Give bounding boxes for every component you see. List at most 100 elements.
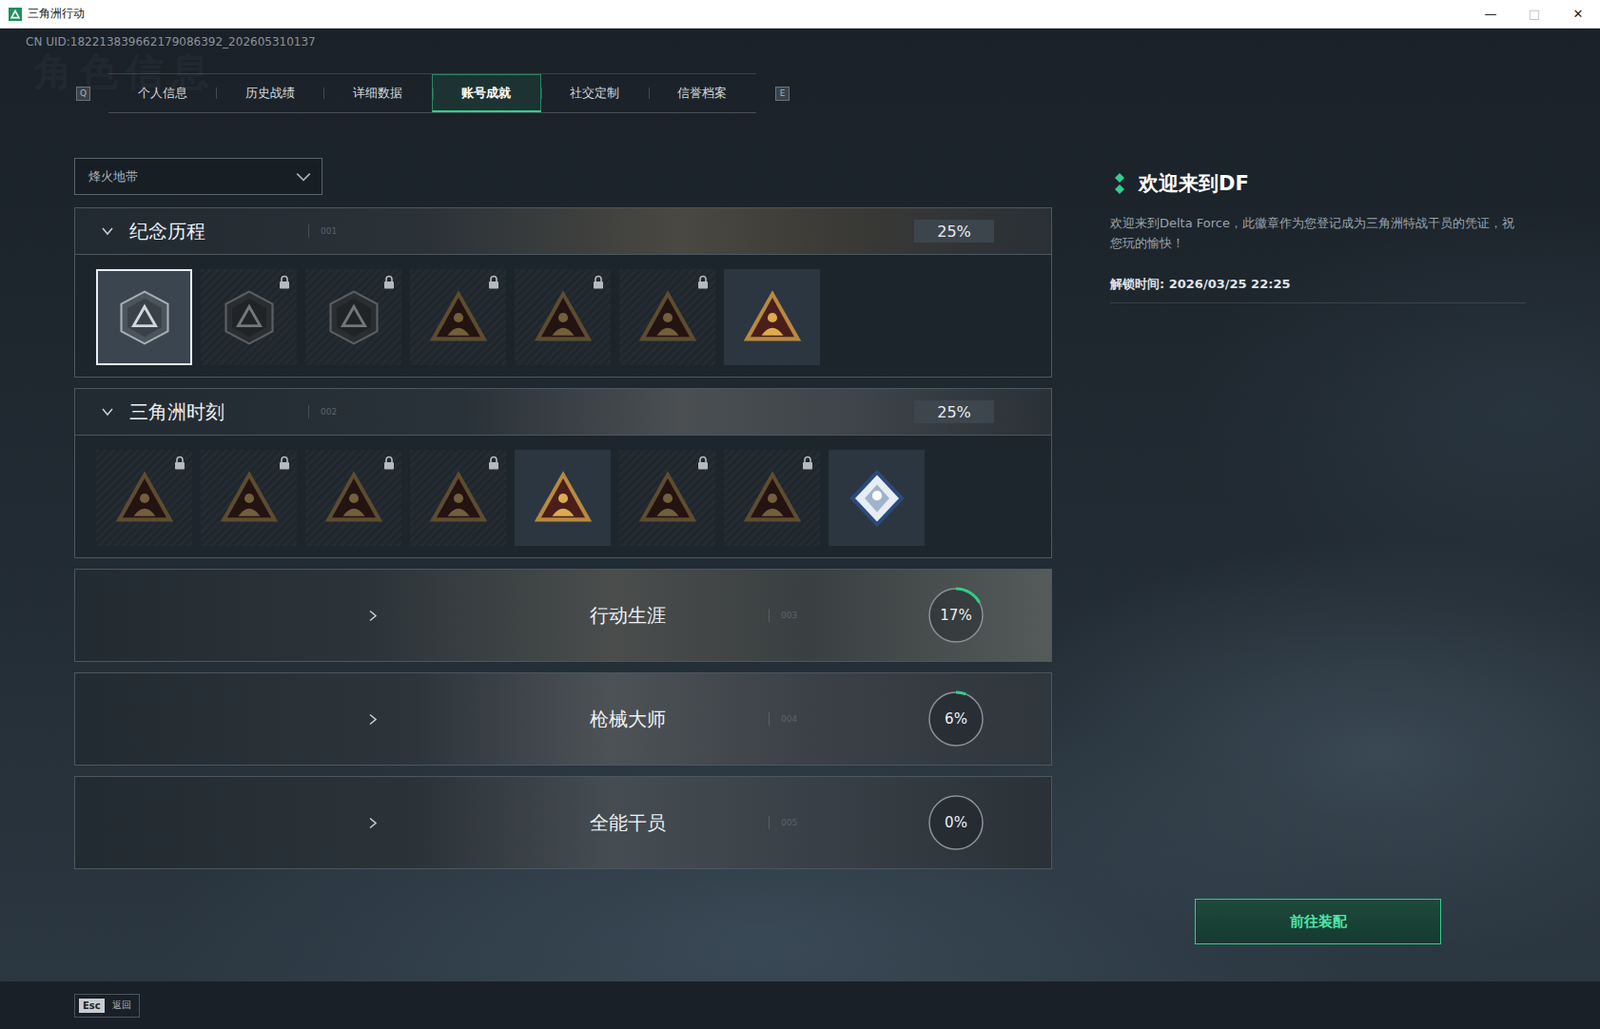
chevron-icon	[100, 405, 115, 419]
section-title: 枪械大师	[589, 706, 769, 733]
game-window: 三角洲行动 —□✕角色信息CN UID:182213839662179086392…	[0, 0, 1600, 1029]
detail-panel: 欢迎来到DF 欢迎来到Delta Force，此徽章作为您登记成为三角洲特战干员的…	[1110, 157, 1526, 945]
lock-icon	[697, 455, 709, 470]
main-area: 角色信息CN UID:182213839662179086392_2026053…	[0, 28, 1600, 982]
window-control-button[interactable]: □	[1512, 0, 1557, 28]
badge-tile[interactable]	[409, 449, 507, 547]
achievement-section: 全能干员 005 0%	[74, 776, 1053, 870]
detail-title: 欢迎来到DF	[1138, 170, 1249, 197]
badge-tile[interactable]	[723, 449, 820, 547]
mode-dropdown[interactable]: 烽火地带	[74, 157, 323, 196]
badge-tile[interactable]	[96, 449, 193, 547]
chevron-icon	[353, 615, 380, 1029]
tab-bar: Q 个人信息历史战绩详细数据账号成就社交定制信誉档案 E	[76, 73, 1600, 114]
badge-tile[interactable]	[96, 269, 193, 366]
window-control-button[interactable]: —	[1468, 0, 1513, 28]
equip-button[interactable]: 前往装配	[1194, 898, 1442, 945]
badge-tile[interactable]	[723, 269, 820, 366]
section-title: 全能干员	[589, 810, 769, 837]
section-title: 纪念历程	[129, 218, 309, 245]
badge-tile[interactable]	[514, 449, 611, 547]
progress-ring: 17%	[926, 585, 986, 645]
badge-tile[interactable]	[514, 269, 611, 366]
back-button[interactable]: Esc返回	[74, 994, 140, 1018]
triangle-emblem-icon	[633, 283, 703, 352]
section-header[interactable]: 枪械大师 004 6%	[75, 673, 1052, 765]
section-header[interactable]: 纪念历程 001 25%	[75, 208, 1052, 255]
triangle-emblem-icon	[424, 283, 493, 352]
chevron-icon	[100, 224, 115, 238]
section-code: 002	[320, 407, 337, 417]
triangle-emblem-icon	[738, 283, 807, 352]
window-control-button[interactable]: ✕	[1556, 0, 1600, 28]
badge-tile[interactable]	[200, 449, 297, 547]
badge-grid	[75, 254, 1052, 377]
triangle-emblem-icon	[424, 464, 493, 533]
section-percent: 25%	[914, 400, 995, 424]
window-title: 三角洲行动	[27, 5, 85, 22]
next-tab-key[interactable]: E	[775, 86, 790, 101]
tab[interactable]: 社交定制	[541, 74, 649, 113]
diamond-marker-icon	[1113, 173, 1126, 195]
lock-icon	[383, 455, 395, 470]
progress-arc	[929, 796, 983, 850]
lock-icon	[801, 455, 814, 470]
triangle-emblem-icon	[633, 464, 703, 533]
chevron-down-icon	[294, 168, 313, 186]
lock-icon	[174, 455, 186, 470]
shield-emblem-icon	[214, 283, 284, 352]
tab[interactable]: 信誉档案	[648, 74, 757, 113]
badge-tile[interactable]	[619, 449, 716, 547]
triangle-emblem-icon	[319, 464, 389, 533]
section-header[interactable]: 全能干员 005 0%	[75, 777, 1052, 869]
lock-icon	[278, 274, 291, 290]
prev-tab-key[interactable]: Q	[76, 86, 91, 101]
progress-arc	[929, 692, 983, 746]
section-code: 001	[320, 226, 337, 236]
progress-ring: 0%	[926, 793, 986, 853]
section-title: 三角洲时刻	[129, 399, 309, 426]
badge-tile[interactable]	[619, 269, 716, 366]
section-title: 行动生涯	[589, 603, 769, 629]
section-code: 003	[780, 610, 798, 621]
lock-icon	[697, 274, 709, 290]
badge-tile[interactable]	[305, 449, 402, 547]
progress-arc	[929, 588, 983, 643]
title-bar: 三角洲行动 —□✕	[0, 0, 1600, 29]
triangle-emblem-icon	[528, 464, 598, 533]
achievement-section: 纪念历程 001 25%	[74, 207, 1053, 378]
badge-grid	[75, 435, 1052, 558]
badge-tile[interactable]	[305, 269, 402, 366]
progress-ring: 6%	[926, 689, 986, 749]
section-percent: 25%	[914, 219, 995, 243]
page-watermark: 角色信息	[34, 45, 217, 98]
lock-icon	[487, 274, 500, 290]
triangle-emblem-icon	[214, 464, 284, 533]
badge-tile[interactable]	[409, 269, 507, 366]
tab[interactable]: 个人信息	[108, 74, 216, 113]
esc-key: Esc	[78, 998, 105, 1014]
tab[interactable]: 账号成就	[431, 74, 542, 113]
section-header[interactable]: 行动生涯 003 17%	[75, 569, 1052, 662]
bottom-bar: Esc返回	[0, 981, 1600, 1029]
section-header[interactable]: 三角洲时刻 002 25%	[75, 389, 1052, 436]
achievement-section: 行动生涯 003 17%	[74, 568, 1053, 663]
lock-icon	[592, 274, 605, 290]
unlock-time: 解锁时间: 2026/03/25 22:25	[1110, 275, 1526, 304]
achievement-section: 枪械大师 004 6%	[74, 672, 1053, 766]
triangle-emblem-icon	[110, 464, 179, 533]
triangle-emblem-icon	[528, 283, 598, 352]
chevron-icon	[353, 511, 380, 928]
lock-icon	[383, 274, 395, 290]
section-code: 004	[780, 714, 798, 724]
detail-description: 欢迎来到Delta Force，此徽章作为您登记成为三角洲特战干员的凭证，祝您玩…	[1110, 213, 1526, 254]
diamond-emblem-icon	[842, 464, 912, 533]
tab[interactable]: 详细数据	[323, 74, 431, 113]
shield-emblem-icon	[110, 283, 179, 352]
badge-tile[interactable]	[828, 449, 925, 547]
section-code: 005	[780, 818, 798, 828]
badge-tile[interactable]	[200, 269, 297, 366]
app-logo-icon	[8, 7, 22, 21]
lock-icon	[278, 455, 291, 470]
tab[interactable]: 历史战绩	[215, 74, 324, 113]
